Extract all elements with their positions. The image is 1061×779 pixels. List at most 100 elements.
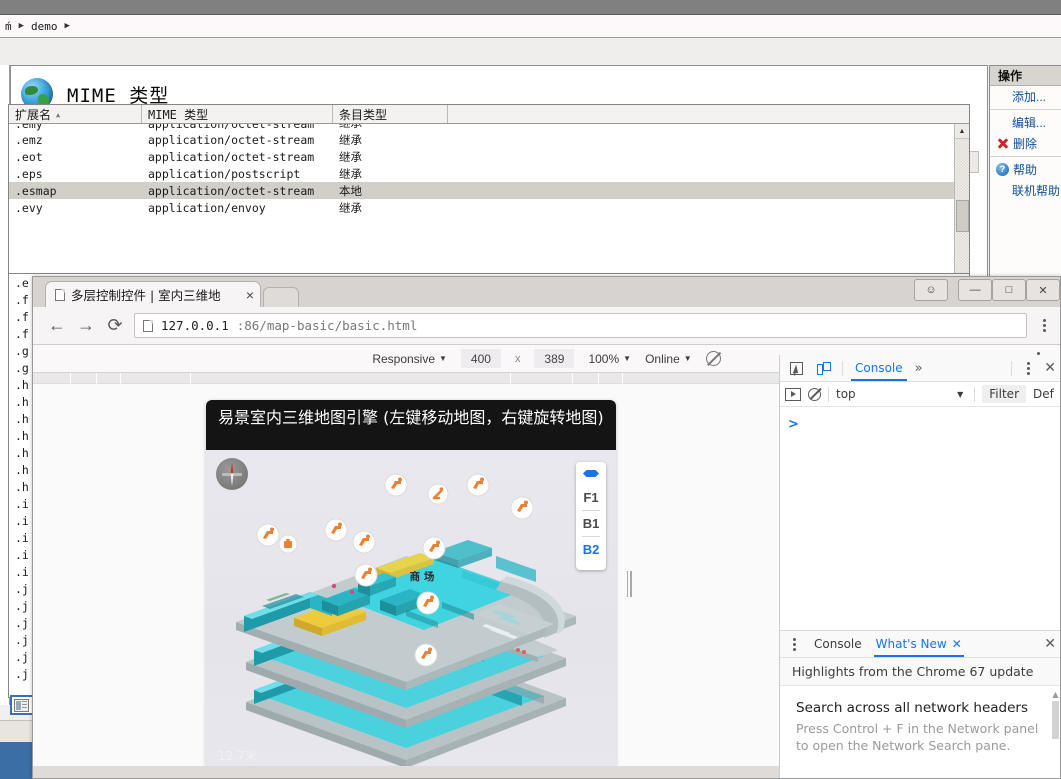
breadcrumb-item-demo[interactable]: demo [31,20,58,33]
no-throttling-icon[interactable] [705,351,721,366]
scroll-up-icon[interactable]: ▲ [955,124,969,139]
cell-extension: .evy [15,200,43,215]
maximize-button[interactable]: □ [992,279,1026,301]
execute-icon[interactable] [785,387,801,401]
column-header-extension-label: 扩展名 [15,108,52,122]
cell-mime: application/octet-stream [148,132,315,147]
map-3d-canvas[interactable]: 商 场 F1 B1 B2 12.7米 [206,450,616,766]
drawer-tab-bar: Console What's New ✕ ✕ [780,631,1060,658]
actions-pane-title: 操作 [990,66,1061,86]
filter-divider [974,386,976,402]
chrome-browser-window: 多层控制控件 | 室内三维地 × ☺ — □ ✕ ← → ⟳ 127.0.0.1… [32,276,1061,779]
chevron-down-icon: ▼ [683,354,692,363]
table-row[interactable]: .evy application/envoy 继承 [9,199,969,216]
close-icon[interactable]: × [246,287,254,303]
page-info-icon[interactable] [143,319,153,332]
tab-console[interactable]: Console [851,356,907,381]
column-header-mime-label: MIME 类型 [148,108,209,122]
cell-entrytype: 本地 [339,183,362,198]
table-row[interactable]: .emz application/octet-stream 继承 [9,131,969,148]
column-header-entrytype[interactable]: 条目类型 [333,105,448,123]
cell-entrytype: 继承 [333,124,448,131]
scrollbar-thumb[interactable] [1052,701,1059,739]
throttling-value: Online [645,351,680,366]
close-devtools-icon[interactable]: ✕ [1044,360,1056,376]
cell-entrytype: 继承 [339,132,362,147]
address-bar[interactable]: 127.0.0.1:86/map-basic/basic.html [134,313,1027,338]
console-prompt-icon[interactable]: > [788,417,799,432]
delete-x-icon [996,137,1009,150]
window-controls: ☺ — □ ✕ [914,277,1060,307]
column-header-mime[interactable]: MIME 类型 [142,105,333,123]
visibility-icon[interactable] [583,470,599,477]
action-help[interactable]: ? 帮助 [990,159,1061,180]
execution-context-select[interactable]: top ▼ [836,387,967,401]
browser-tab[interactable]: 多层控制控件 | 室内三维地 × [45,281,261,307]
reload-icon[interactable]: ⟳ [105,315,125,336]
back-icon[interactable]: ← [47,315,67,336]
zoom-select[interactable]: 100% ▼ [588,352,631,366]
floor-item-b1[interactable]: B1 [576,511,606,536]
chrome-menu-icon[interactable] [1036,319,1052,332]
action-help-label: 帮助 [1013,163,1038,177]
log-levels-select[interactable]: Def [1033,387,1057,401]
scroll-up-icon[interactable]: ▲ [1051,690,1060,699]
more-tabs-icon[interactable]: » [915,361,923,376]
drawer-menu-icon[interactable] [786,637,802,651]
action-online-help[interactable]: 联机帮助 [990,180,1061,201]
grid-vertical-scrollbar[interactable]: ▲ [954,124,969,273]
floor-item-f1[interactable]: F1 [576,485,606,510]
forward-icon[interactable]: → [76,315,96,336]
scrollbar-thumb[interactable] [956,200,969,232]
url-host: 127.0.0.1 [161,318,229,333]
console-filter-input[interactable]: Filter [982,385,1026,403]
viewport-width-input[interactable]: 400 [460,349,501,368]
chrome-toolbar: ← → ⟳ 127.0.0.1:86/map-basic/basic.html [33,307,1060,345]
table-row-selected[interactable]: .esmap application/octet-stream 本地 [9,182,969,199]
close-icon[interactable]: ✕ [952,637,962,651]
close-drawer-icon[interactable]: ✕ [1044,636,1056,652]
new-tab-button[interactable] [263,287,299,307]
devtools-menu-icon[interactable] [1020,361,1036,375]
avatar-icon[interactable]: ☺ [914,279,948,301]
mime-types-grid[interactable]: 扩展名 ▲ MIME 类型 条目类型 .emy application/octe… [8,104,970,274]
floor-item-b2[interactable]: B2 [576,537,606,562]
viewport-height-input[interactable]: 389 [534,349,575,368]
action-add[interactable]: 添加... [990,86,1061,107]
features-view-icon [14,698,29,712]
console-filter-bar: top ▼ Filter Def [780,382,1060,407]
close-button[interactable]: ✕ [1026,279,1060,301]
floor-selector-control: F1 B1 B2 [576,462,606,570]
drawer-tab-console[interactable]: Console [812,632,864,657]
table-row[interactable]: .eot application/octet-stream 继承 [9,148,969,165]
device-select[interactable]: Responsive ▼ [372,352,447,366]
actions-divider [990,109,1061,110]
page-viewport: 易景室内三维地图引擎 (左键移动地图，右键旋转地图) 商 场 F1 B1 B2 … [206,400,616,766]
clear-console-icon[interactable] [808,387,821,401]
iis-address-bar[interactable]: ḿ ▶ demo ▶ [0,14,1061,38]
cell-extension: .emz [15,132,43,147]
drawer-tab-whats-new[interactable]: What's New ✕ [873,632,964,657]
action-edit[interactable]: 编辑... [990,112,1061,133]
compass-icon[interactable] [216,458,248,490]
device-select-value: Responsive [372,351,436,366]
throttling-select[interactable]: Online ▼ [645,352,692,366]
action-delete[interactable]: 删除 [990,133,1061,154]
filter-divider [828,386,829,402]
breadcrumb-root[interactable]: ḿ [5,20,12,33]
whats-new-scrollbar[interactable]: ▲ [1051,690,1060,776]
inspect-element-icon[interactable] [786,359,806,377]
column-header-extension[interactable]: 扩展名 ▲ [9,105,142,123]
cell-extension: .esmap [15,183,57,198]
cell-entrytype: 继承 [339,166,362,181]
actions-divider [990,156,1061,157]
taskbar-start-button[interactable] [0,742,34,779]
table-row[interactable]: .emy application/octet-stream 继承 [9,124,969,131]
column-header-entrytype-label: 条目类型 [339,108,388,122]
toggle-device-toolbar-icon[interactable] [814,359,834,377]
console-output[interactable]: > [780,407,1060,630]
map-scale-label: 12.7米 [218,749,257,763]
table-row[interactable]: .eps application/postscript 继承 [9,165,969,182]
viewport-resize-handle[interactable] [625,564,633,604]
minimize-button[interactable]: — [958,279,992,301]
